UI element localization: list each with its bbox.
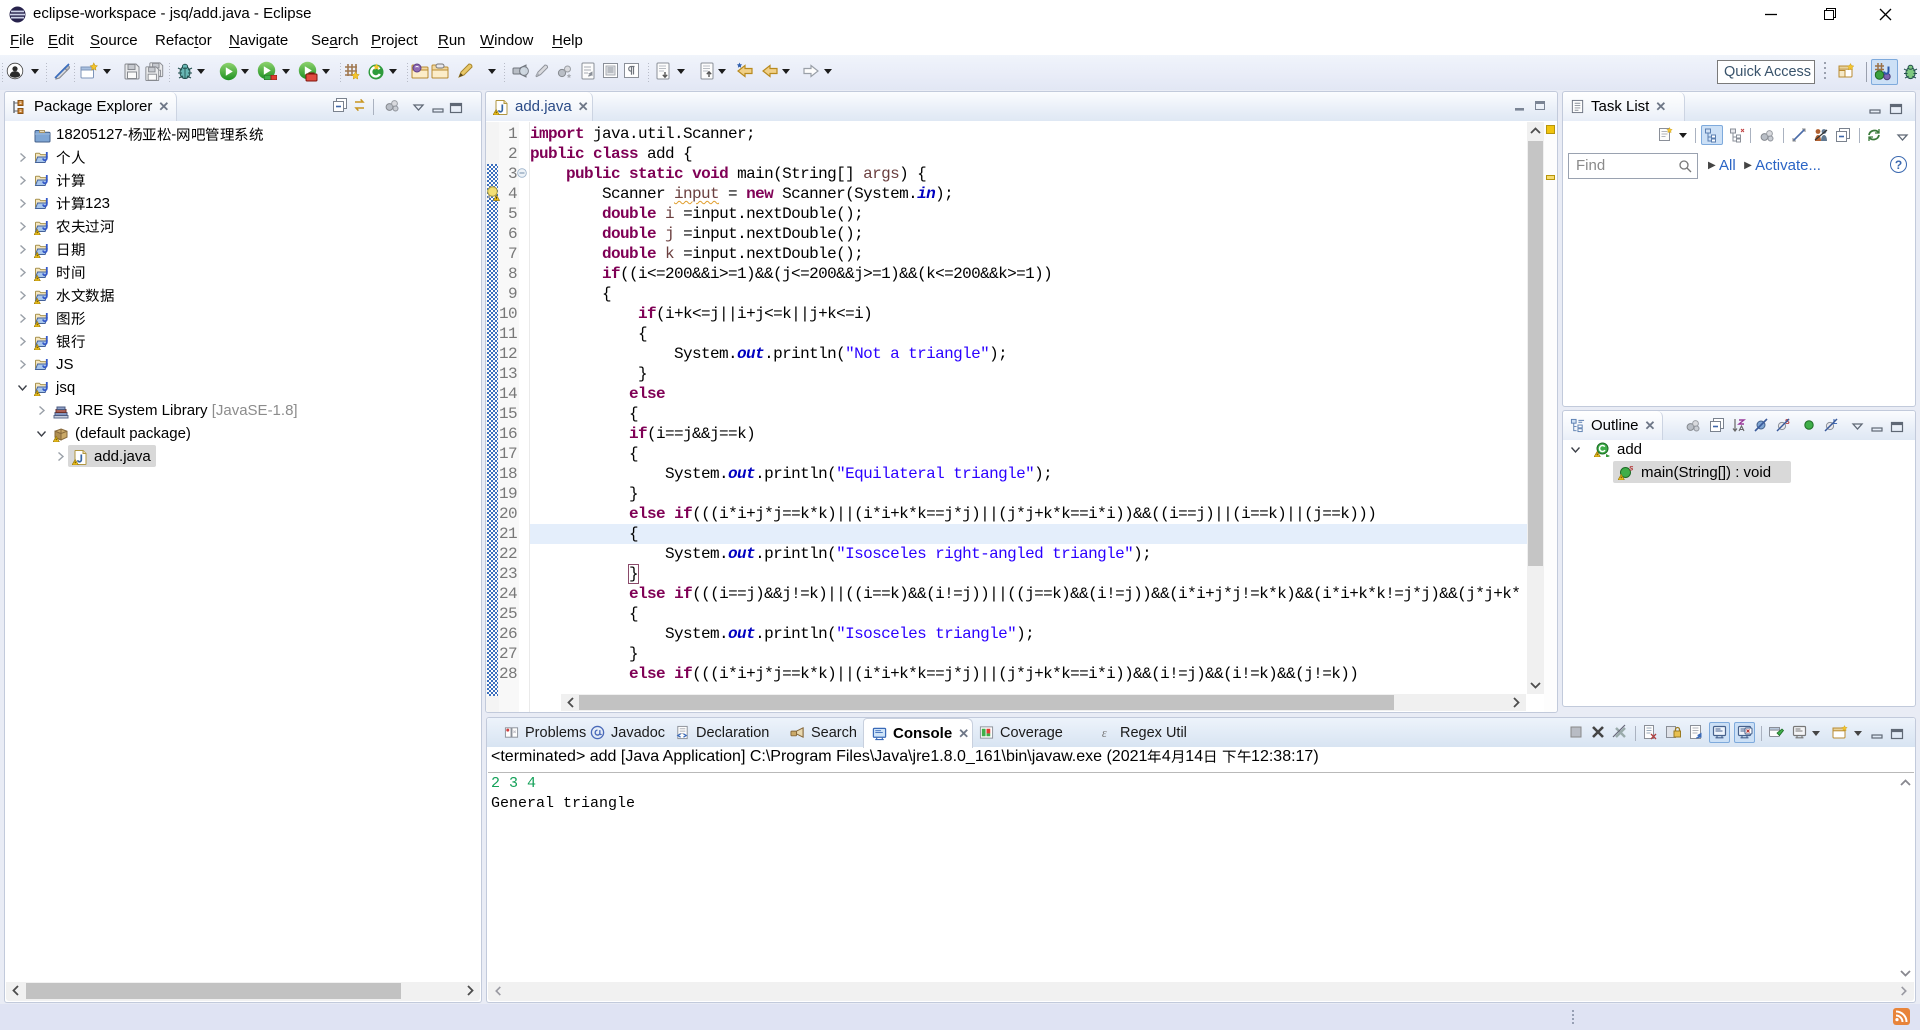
svg-text:s: s <box>1629 464 1634 473</box>
svg-text:ε: ε <box>1102 726 1107 740</box>
